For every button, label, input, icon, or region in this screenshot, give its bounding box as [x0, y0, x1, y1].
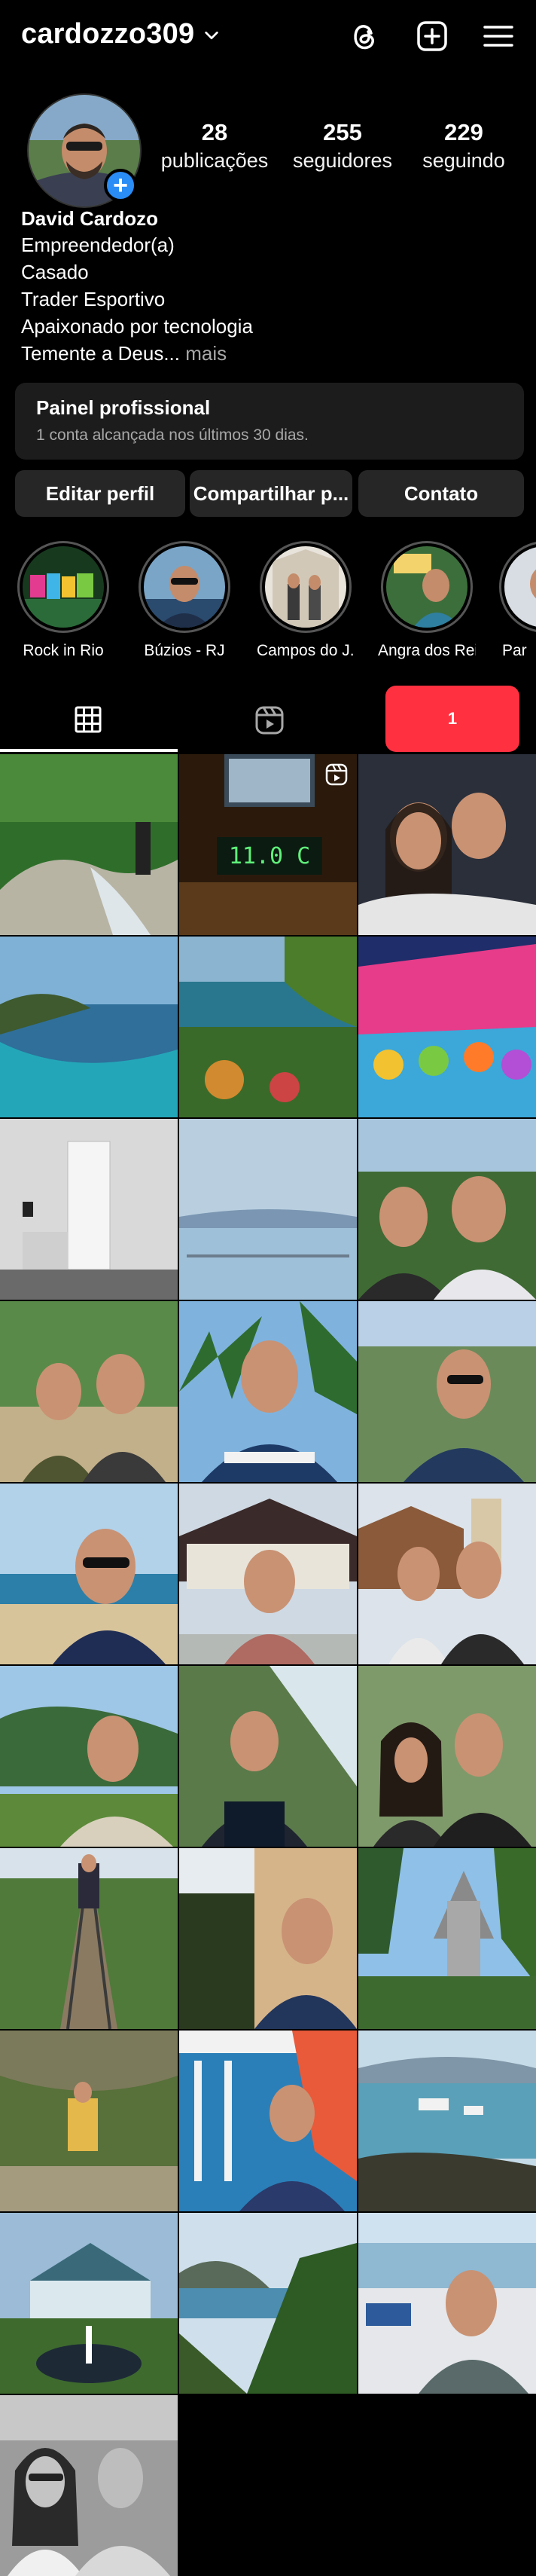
- post-thumbnail[interactable]: [0, 754, 178, 935]
- post-thumbnail[interactable]: [0, 1848, 178, 2029]
- bio-line: Empreendedor(a): [21, 234, 175, 256]
- highlight-label: Angra dos Reis: [378, 642, 476, 659]
- highlight-ring: [381, 541, 473, 633]
- highlight-label: Rock in Rio: [23, 642, 104, 659]
- post-thumbnail[interactable]: [179, 1301, 357, 1482]
- post-thumbnail[interactable]: [0, 1301, 178, 1482]
- post-thumbnail[interactable]: [358, 1848, 536, 2029]
- add-story-button[interactable]: +: [104, 169, 137, 202]
- highlight-cover: [265, 546, 346, 628]
- story-highlight[interactable]: Par: [499, 541, 536, 660]
- post-thumbnail[interactable]: [179, 1119, 357, 1300]
- post-thumbnail[interactable]: [179, 937, 357, 1117]
- highlight-ring: [139, 541, 230, 633]
- highlight-cover: [144, 546, 225, 628]
- tab-grid[interactable]: [0, 687, 178, 753]
- stat-posts[interactable]: 28 publicações: [158, 119, 271, 173]
- post-thumbnail[interactable]: [0, 2395, 178, 2576]
- grid-icon: [75, 706, 102, 733]
- highlight-label: Campos do J...: [257, 642, 355, 659]
- panel-title: Painel profissional: [36, 396, 211, 419]
- post-thumbnail[interactable]: [179, 1666, 357, 1847]
- posts-label: publicações: [160, 149, 269, 172]
- highlight-ring: [499, 541, 536, 633]
- highlight-ring: [17, 541, 109, 633]
- tab-reels[interactable]: [178, 687, 366, 753]
- followers-count: 255: [323, 119, 362, 145]
- profile-name: David Cardozo: [21, 207, 159, 230]
- post-thumbnail[interactable]: 11.0 C: [179, 754, 357, 935]
- edit-profile-button[interactable]: Editar perfil: [15, 470, 185, 517]
- bio-line: Trader Esportivo: [21, 288, 166, 310]
- highlight-label: Par: [502, 642, 527, 659]
- post-thumbnail[interactable]: [0, 1484, 178, 1664]
- post-thumbnail[interactable]: [179, 1848, 357, 2029]
- post-thumbnail[interactable]: [358, 2213, 536, 2394]
- reel-indicator-icon: [325, 763, 348, 786]
- post-thumbnail[interactable]: [358, 1301, 536, 1482]
- following-label: seguindo: [422, 149, 505, 172]
- username-switcher[interactable]: cardozzo309: [21, 18, 194, 50]
- bio-line: Apaixonado por tecnologia: [21, 315, 253, 338]
- post-thumbnail[interactable]: [0, 1666, 178, 1847]
- post-thumbnail[interactable]: [179, 2213, 357, 2394]
- bio-line: Casado: [21, 261, 89, 283]
- post-thumbnail[interactable]: [358, 1666, 536, 1847]
- bio-last-line: Temente a Deus... mais: [21, 341, 518, 367]
- top-bar: cardozzo309: [0, 0, 536, 74]
- professional-dashboard[interactable]: Painel profissional 1 conta alcançada no…: [15, 383, 524, 460]
- post-thumbnail[interactable]: [0, 2213, 178, 2394]
- menu-icon[interactable]: [480, 18, 516, 54]
- stat-following[interactable]: 229 seguindo: [413, 119, 515, 173]
- story-highlight[interactable]: Angra dos Reis: [378, 541, 476, 660]
- svg-text:11.0 C: 11.0 C: [229, 843, 310, 869]
- highlight-cover: [504, 546, 536, 628]
- story-highlight[interactable]: Rock in Rio: [14, 541, 112, 660]
- highlight-label: Búzios - RJ: [144, 642, 225, 659]
- active-tab-indicator: [0, 749, 178, 752]
- post-thumbnail[interactable]: [358, 1119, 536, 1300]
- highlight-ring: [260, 541, 352, 633]
- bio-truncated-text: Temente a Deus...: [21, 342, 180, 365]
- contact-button[interactable]: Contato: [358, 470, 524, 517]
- post-thumbnail[interactable]: [0, 1119, 178, 1300]
- post-thumbnail[interactable]: [179, 2031, 357, 2211]
- reels-icon: [255, 706, 284, 735]
- post-thumbnail[interactable]: [179, 1484, 357, 1664]
- highlight-cover: [23, 546, 104, 628]
- post-thumbnail[interactable]: [358, 754, 536, 935]
- tagged-tab-notification-badge[interactable]: 1: [385, 686, 519, 752]
- post-thumbnail[interactable]: [0, 2031, 178, 2211]
- story-highlight[interactable]: Búzios - RJ: [136, 541, 233, 660]
- following-count: 229: [444, 119, 483, 145]
- chevron-down-icon[interactable]: [203, 27, 220, 44]
- post-thumbnail[interactable]: [0, 937, 178, 1117]
- post-thumbnail[interactable]: [358, 1484, 536, 1664]
- posts-count: 28: [201, 119, 228, 145]
- create-post-icon[interactable]: [414, 18, 450, 54]
- followers-label: seguidores: [292, 149, 393, 172]
- post-thumbnail[interactable]: [358, 937, 536, 1117]
- post-thumbnail[interactable]: [358, 2031, 536, 2211]
- story-highlight[interactable]: Campos do J...: [257, 541, 355, 660]
- share-profile-button[interactable]: Compartilhar p...: [190, 470, 352, 517]
- highlight-cover: [386, 546, 467, 628]
- threads-icon[interactable]: [346, 18, 382, 54]
- panel-subtitle: 1 conta alcançada nos últimos 30 dias.: [36, 426, 309, 444]
- bio-more-link[interactable]: mais: [180, 342, 227, 365]
- stat-followers[interactable]: 255 seguidores: [286, 119, 399, 173]
